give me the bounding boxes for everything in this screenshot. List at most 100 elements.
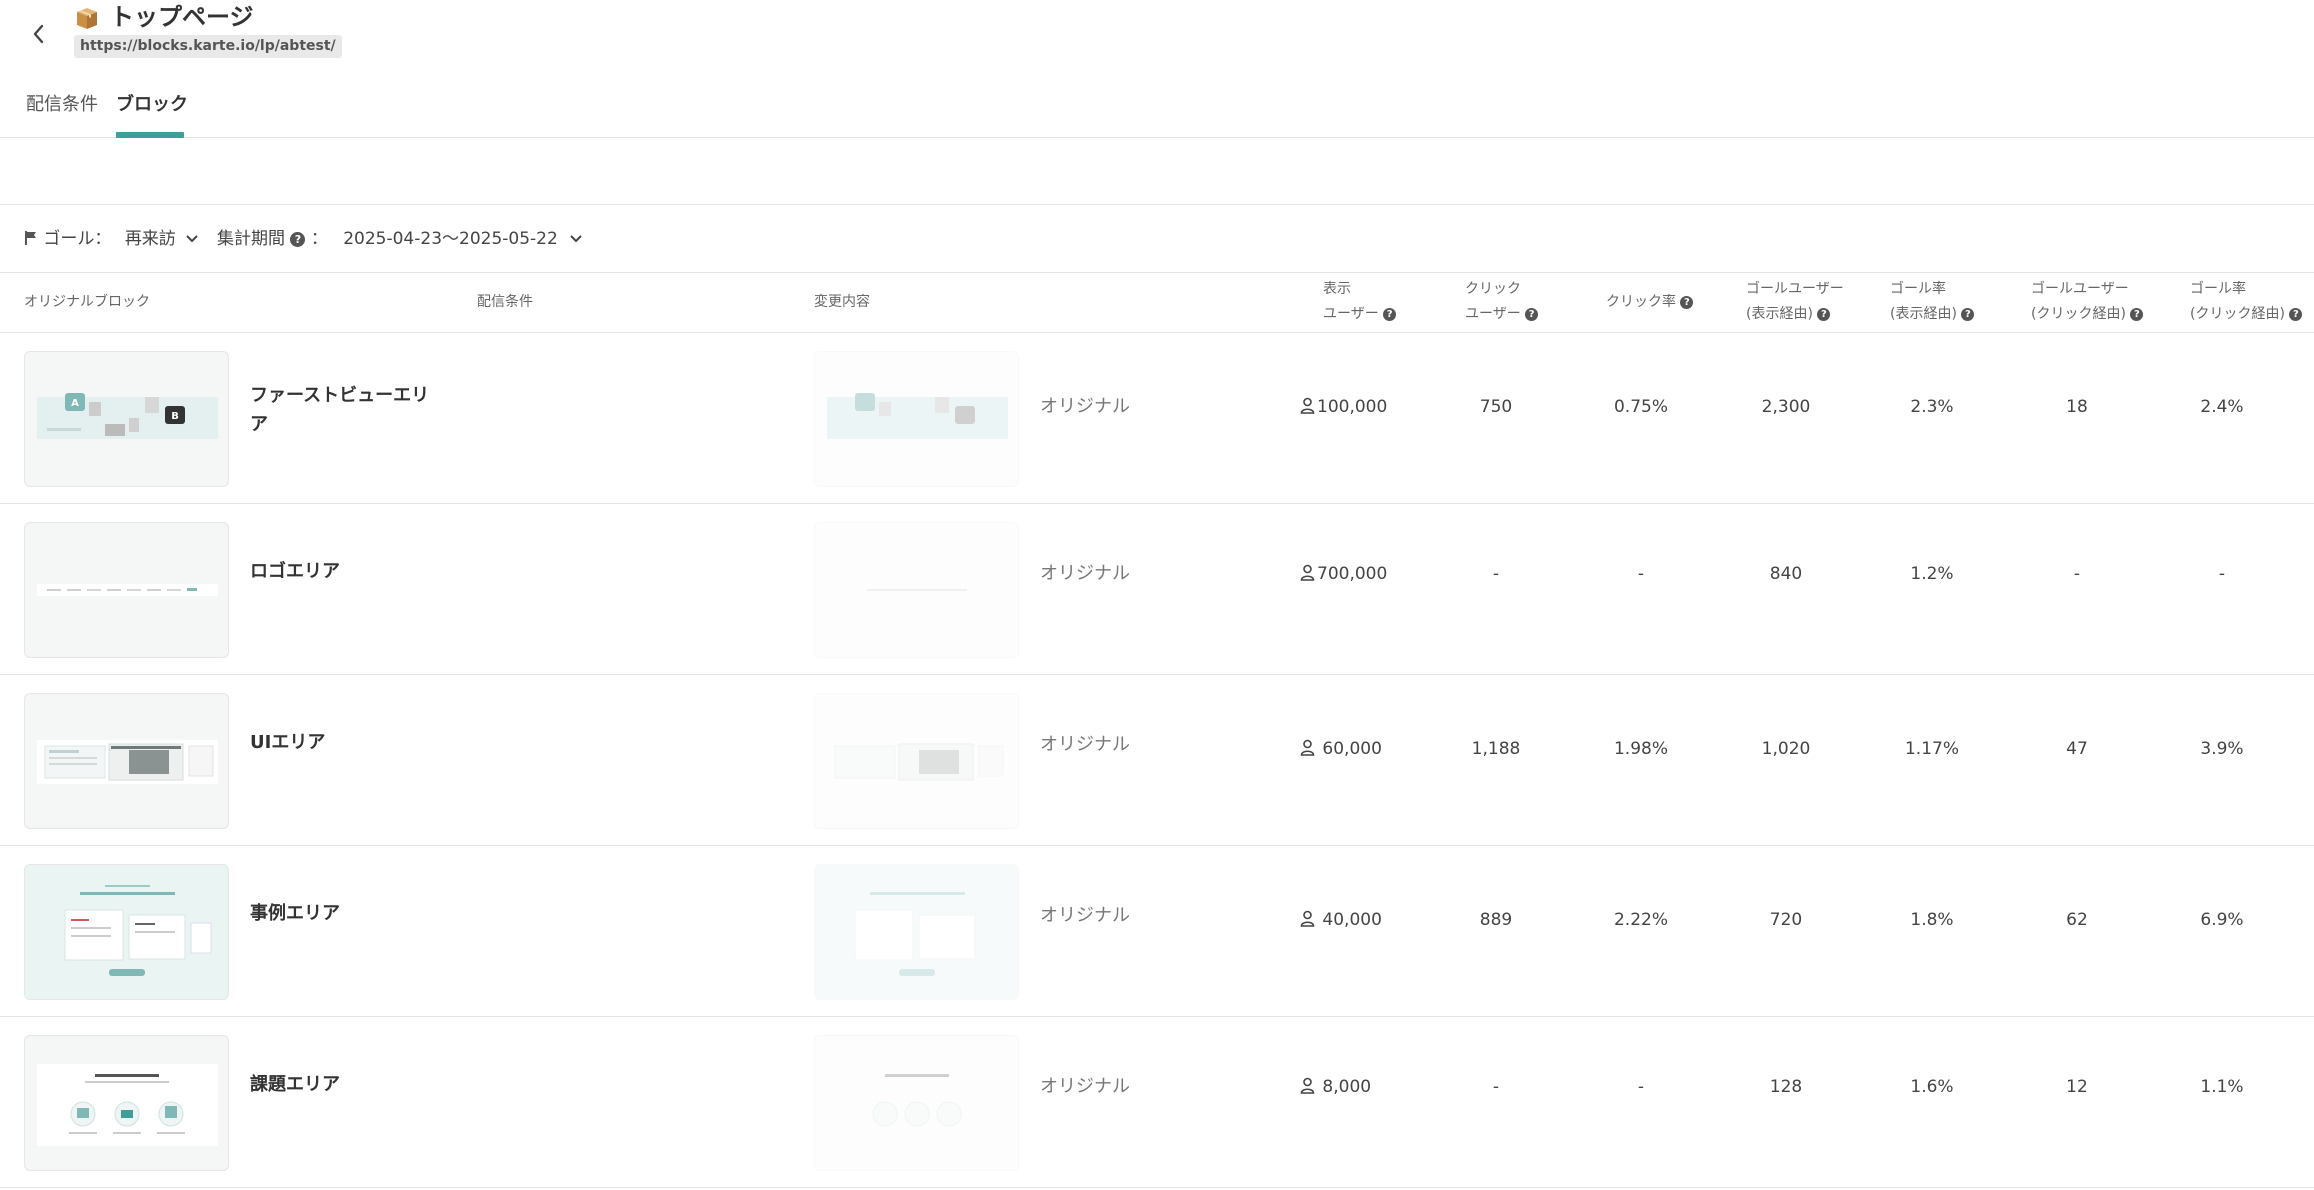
help-icon[interactable]: ? xyxy=(1817,308,1831,321)
help-icon[interactable]: ? xyxy=(290,232,306,247)
block-preview-image xyxy=(867,589,967,591)
help-icon[interactable]: ? xyxy=(1680,296,1694,309)
click-users: 1,188 xyxy=(1471,739,1521,759)
table-row[interactable]: UIエリア オリジナル 60,000 1,188 1.98% 1,020 1.1… xyxy=(0,675,2314,846)
click-users: 889 xyxy=(1479,910,1513,930)
period-label: 集計期間 xyxy=(217,229,285,249)
col-goal-users-click: ゴールユーザー (クリック経由) ? xyxy=(2031,277,2144,327)
change-label: オリジナル xyxy=(1040,734,1130,755)
chevron-down-icon xyxy=(186,235,198,243)
display-users: 100,000 xyxy=(1300,395,1387,419)
help-icon[interactable]: ? xyxy=(1525,308,1539,321)
goal-users-click: 18 xyxy=(2066,397,2088,417)
tab-delivery-conditions[interactable]: 配信条件 xyxy=(26,92,98,138)
block-name: ファーストビューエリ ア xyxy=(250,385,430,435)
block-thumbnail[interactable] xyxy=(24,693,229,829)
person-icon xyxy=(1300,739,1315,756)
variant-thumbnail[interactable] xyxy=(814,864,1019,1000)
goal-users-click: 12 xyxy=(2066,1077,2088,1097)
variant-thumbnail[interactable] xyxy=(814,351,1019,487)
change-label: オリジナル xyxy=(1040,1076,1130,1097)
block-preview-image xyxy=(37,740,218,784)
click-users: 750 xyxy=(1479,397,1513,417)
ctr: 1.98% xyxy=(1613,739,1668,759)
block-thumbnail[interactable] xyxy=(24,522,229,658)
col-conditions: 配信条件 xyxy=(477,294,533,310)
goal-rate-display: 2.3% xyxy=(1910,397,1954,417)
help-icon[interactable]: ? xyxy=(2289,308,2303,321)
table-header: オリジナルブロック 配信条件 変更内容 表示 ユーザー ? クリック ユーザー … xyxy=(0,273,2314,333)
goal-users-display: 840 xyxy=(1769,564,1803,584)
help-icon[interactable]: ? xyxy=(1961,308,1975,321)
table-row[interactable]: ロゴエリア オリジナル 700,000 - - 840 1.2% - - xyxy=(0,504,2314,675)
goal-value: 再来訪 xyxy=(124,229,176,249)
page-header: トップページ https://blocks.karte.io/lp/abtest… xyxy=(0,0,2314,60)
block-thumbnail[interactable]: A B xyxy=(24,351,229,487)
person-icon xyxy=(1300,564,1315,581)
page-url[interactable]: https://blocks.karte.io/lp/abtest/ xyxy=(74,35,342,58)
goal-users-display: 2,300 xyxy=(1761,397,1811,417)
col-original-block: オリジナルブロック xyxy=(24,294,150,310)
goal-rate-display: 1.8% xyxy=(1910,910,1954,930)
variant-thumbnail[interactable] xyxy=(814,1035,1019,1171)
block-thumbnail[interactable] xyxy=(24,1035,229,1171)
table-row[interactable]: 事例エリア オリジナル 40,000 889 2.22% 720 1.8% 62… xyxy=(0,846,2314,1017)
col-ctr: クリック率 ? xyxy=(1606,290,1694,315)
period-separator: ： xyxy=(310,229,328,249)
filter-bar: ゴール： 再来訪 集計期間 ? ： 2025-04-23〜2025-05-22 xyxy=(0,205,2314,273)
goal-rate-click: 6.9% xyxy=(2200,910,2244,930)
change-label: オリジナル xyxy=(1040,563,1130,584)
help-icon[interactable]: ? xyxy=(2130,308,2144,321)
goal-label: ゴール： xyxy=(43,229,112,249)
svg-text:A: A xyxy=(71,398,79,409)
person-icon xyxy=(1300,1077,1315,1094)
back-button[interactable] xyxy=(24,20,52,48)
change-label: オリジナル xyxy=(1040,905,1130,926)
goal-rate-display: 1.17% xyxy=(1904,739,1959,759)
block-preview-image xyxy=(25,865,228,999)
chevron-left-icon xyxy=(33,24,44,44)
variant-thumbnail[interactable] xyxy=(814,693,1019,829)
click-users: - xyxy=(1492,564,1500,584)
col-goal-users-display: ゴールユーザー (表示経由) ? xyxy=(1746,281,1844,322)
person-icon xyxy=(1300,910,1315,927)
display-users: 60,000 xyxy=(1300,737,1382,761)
block-name: 課題エリア xyxy=(250,1074,340,1095)
change-label: オリジナル xyxy=(1040,396,1130,417)
ctr: 2.22% xyxy=(1613,910,1668,930)
block-name: ロゴエリア xyxy=(250,561,340,582)
empty-band xyxy=(0,138,2314,205)
tab-bar: 配信条件 ブロック xyxy=(0,80,2314,138)
goal-rate-display: 1.2% xyxy=(1910,564,1954,584)
goal-rate-click: 1.1% xyxy=(2200,1077,2244,1097)
display-users: 8,000 xyxy=(1300,1075,1371,1099)
goal-filter[interactable]: ゴール： 再来訪 xyxy=(24,227,199,251)
goal-users-click: - xyxy=(2073,564,2081,584)
ctr: - xyxy=(1637,564,1645,584)
goal-users-click: 47 xyxy=(2066,739,2088,759)
col-click-users: クリック ユーザー ? xyxy=(1465,277,1539,327)
block-preview-image: A B xyxy=(37,393,218,439)
period-filter[interactable]: 集計期間 ? ： 2025-04-23〜2025-05-22 xyxy=(217,227,583,251)
block-preview-image xyxy=(827,393,1008,439)
click-users: - xyxy=(1492,1077,1500,1097)
col-changes: 変更内容 xyxy=(814,294,870,310)
help-icon[interactable]: ? xyxy=(1383,308,1397,321)
goal-users-display: 720 xyxy=(1769,910,1803,930)
goal-users-click: 62 xyxy=(2066,910,2088,930)
block-name: 事例エリア xyxy=(250,903,340,924)
goal-rate-click: 2.4% xyxy=(2200,397,2244,417)
table-row[interactable]: 課題エリア オリジナル 8,000 - - 128 1.6% 12 1.1% xyxy=(0,1017,2314,1188)
goal-users-display: 1,020 xyxy=(1761,739,1811,759)
col-display-users: 表示 ユーザー ? xyxy=(1323,277,1397,327)
variant-thumbnail[interactable] xyxy=(814,522,1019,658)
ctr: - xyxy=(1637,1077,1645,1097)
page-title: トップページ xyxy=(110,3,254,31)
table-row[interactable]: A B ファーストビューエリ ア オリジナル 100,000 750 0.75%… xyxy=(0,333,2314,504)
block-preview-image xyxy=(834,743,1004,781)
block-name: UIエリア xyxy=(250,732,326,753)
chevron-down-icon xyxy=(570,235,582,243)
block-thumbnail[interactable] xyxy=(24,864,229,1000)
col-goal-rate-display: ゴール率 (表示経由) ? xyxy=(1890,277,1975,327)
block-preview-image xyxy=(872,1074,962,1127)
